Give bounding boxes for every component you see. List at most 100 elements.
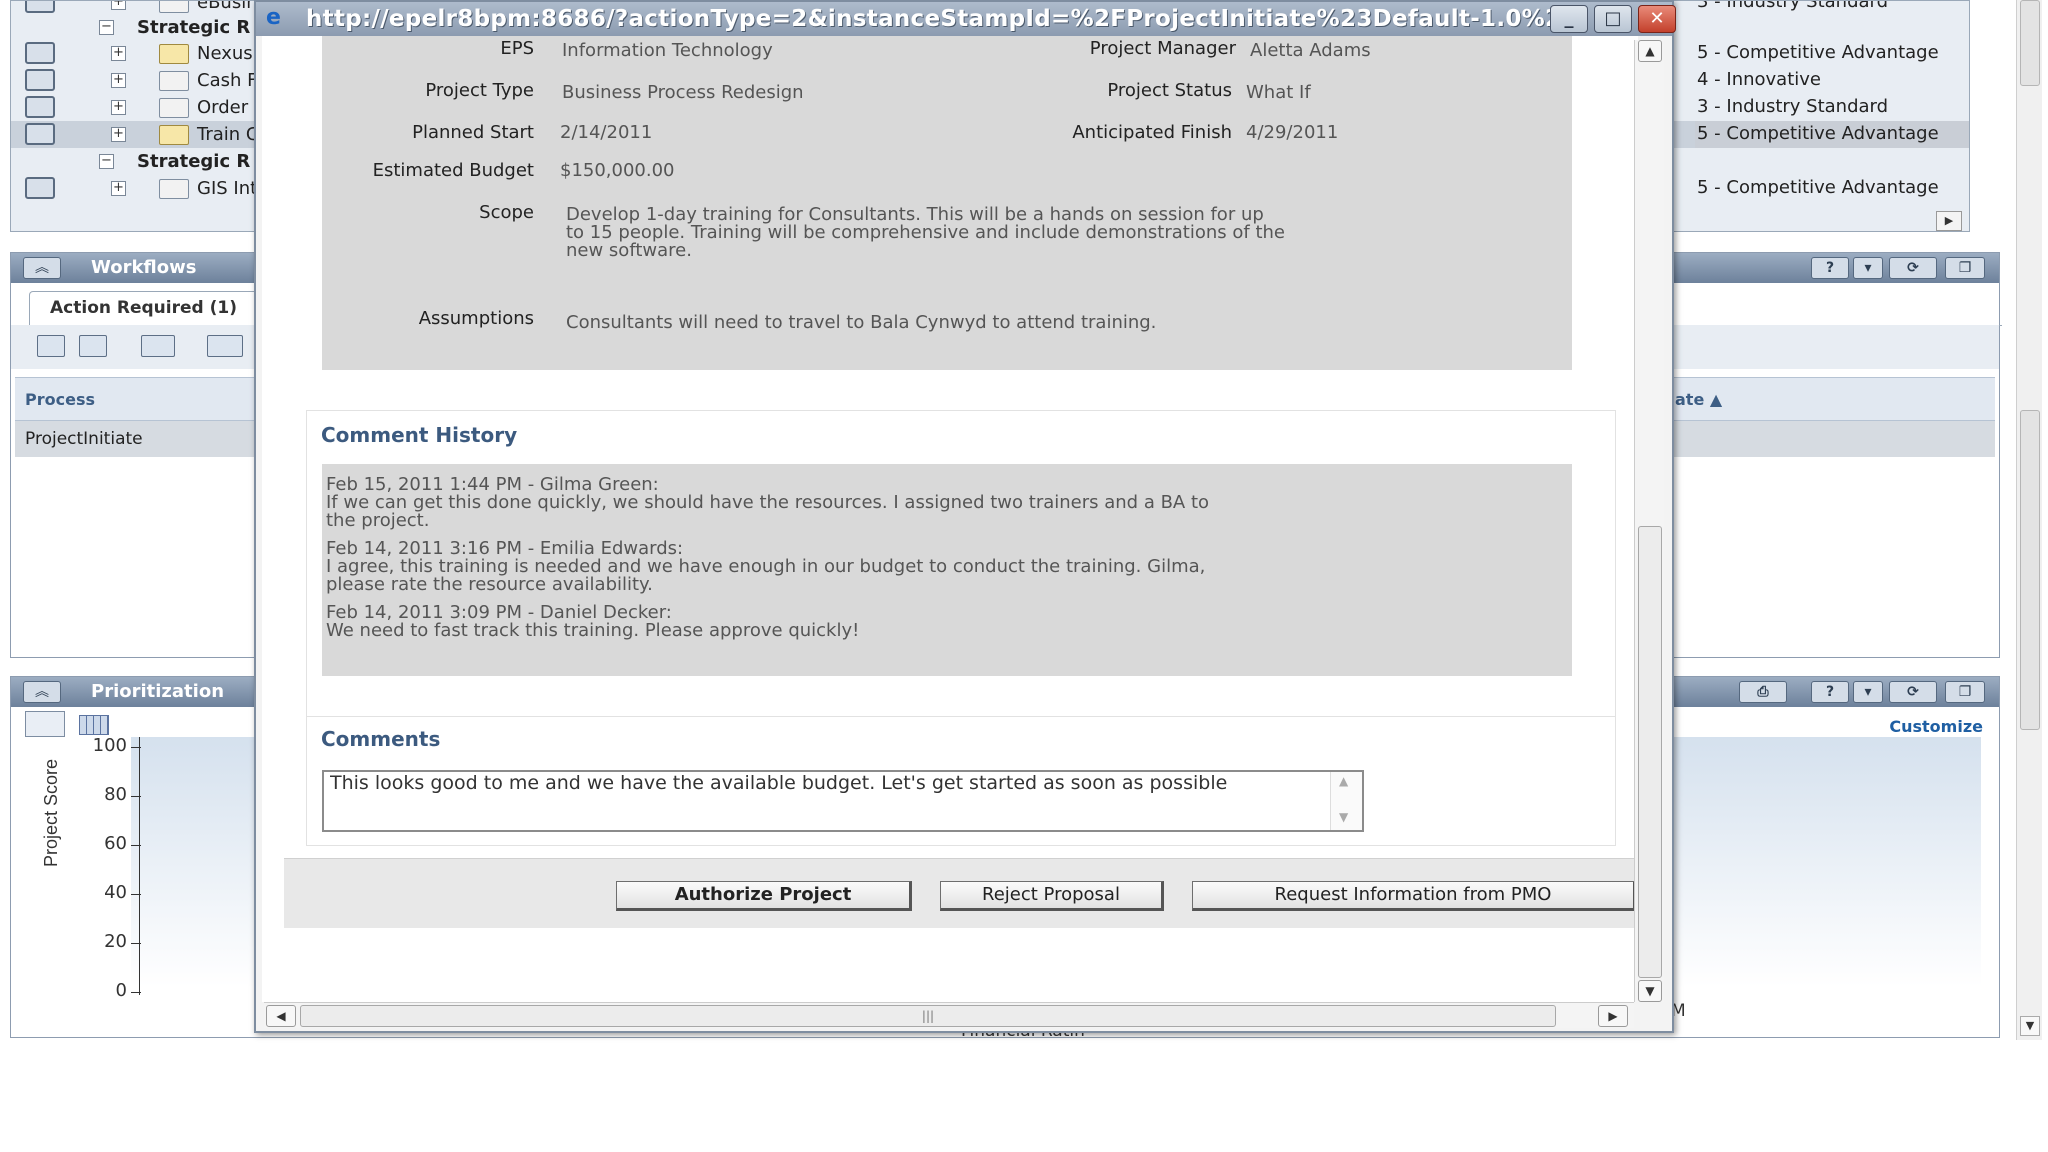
project-status-value: What If — [1246, 82, 1311, 103]
comment-history-title: Comment History — [321, 423, 518, 447]
eps-value: Information Technology — [562, 40, 773, 61]
assumptions-value: Consultants will need to travel to Bala … — [566, 312, 1157, 333]
reject-proposal-button[interactable]: Reject Proposal — [940, 881, 1164, 911]
collapse-icon[interactable]: − — [99, 20, 114, 35]
scroll-thumb[interactable] — [2020, 410, 2040, 730]
panel-title: Workflows — [91, 257, 197, 278]
folder-icon — [159, 179, 189, 199]
project-type-label: Project Type — [425, 80, 534, 101]
minimize-button[interactable]: _ — [1550, 5, 1588, 33]
comment-textarea[interactable]: This looks good to me and we have the av… — [330, 774, 1324, 828]
planned-start-value: 2/14/2011 — [560, 122, 653, 143]
row-action-icon[interactable] — [25, 1, 55, 13]
browser-icon: e — [266, 5, 281, 30]
project-status-label: Project Status — [1107, 80, 1232, 101]
column-date[interactable]: ate ▲ — [1675, 390, 1722, 409]
tree-row-label: eBusin — [197, 0, 258, 13]
y-tick-label: 40 — [104, 882, 127, 903]
layout-icon[interactable] — [207, 335, 243, 357]
rating-cell: 5 - Competitive Advantage — [1697, 42, 1939, 63]
expand-icon[interactable]: + — [111, 181, 126, 196]
scroll-left-arrow[interactable]: ◀ — [266, 1005, 296, 1027]
find-icon[interactable] — [79, 335, 107, 357]
y-tick-label: 100 — [92, 735, 127, 756]
help-icon[interactable]: ? — [1811, 257, 1849, 279]
close-button[interactable]: ✕ — [1638, 5, 1676, 33]
y-tick-label: 20 — [104, 931, 127, 952]
scroll-thumb[interactable] — [1638, 526, 1662, 978]
tree-group-label: Strategic R — [137, 17, 251, 38]
row-action-icon[interactable] — [25, 42, 55, 64]
expand-icon[interactable]: + — [111, 127, 126, 142]
table-view-icon[interactable] — [79, 715, 109, 735]
row-action-icon[interactable] — [25, 177, 55, 199]
history-entry-text: We need to fast track this training. Ple… — [326, 620, 860, 641]
collapse-panel-icon[interactable]: ︽ — [23, 257, 61, 279]
scroll-up-arrow[interactable]: ▲ — [1638, 40, 1662, 62]
restore-icon[interactable]: ❐ — [1945, 681, 1985, 703]
refresh-icon[interactable]: ⟳ — [1889, 257, 1937, 279]
columns-icon[interactable] — [141, 335, 175, 357]
scroll-right-arrow[interactable]: ▶ — [1598, 1005, 1628, 1027]
open-item-icon[interactable] — [37, 335, 65, 357]
print-icon[interactable]: ⎙ — [1739, 681, 1787, 703]
expand-icon[interactable]: + — [111, 46, 126, 61]
authorize-project-button[interactable]: Authorize Project — [616, 881, 912, 911]
column-process[interactable]: Process — [25, 390, 95, 409]
collapse-panel-icon[interactable]: ︽ — [23, 681, 61, 703]
popup-titlebar[interactable]: e http://epelr8bpm:8686/?actionType=2&in… — [256, 2, 1676, 36]
popup-vertical-scrollbar[interactable]: ▲ ▼ — [1634, 40, 1664, 1002]
chevron-down-icon[interactable]: ▾ — [1853, 257, 1883, 279]
scroll-thumb[interactable] — [2020, 0, 2040, 86]
expand-icon[interactable]: + — [111, 100, 126, 115]
estimated-budget-label: Estimated Budget — [372, 160, 534, 181]
tree-row-label: Train C — [197, 124, 259, 145]
collapse-icon[interactable]: − — [99, 154, 114, 169]
row-action-icon[interactable] — [25, 69, 55, 91]
help-icon[interactable]: ? — [1811, 681, 1849, 703]
y-tick-label: 60 — [104, 833, 127, 854]
scroll-up-arrow[interactable]: ▲ — [1339, 774, 1348, 788]
expand-icon[interactable]: + — [111, 73, 126, 88]
scroll-right-arrow[interactable]: ▶ — [1936, 211, 1962, 231]
y-tick-label: 80 — [104, 784, 127, 805]
refresh-icon[interactable]: ⟳ — [1889, 681, 1937, 703]
scope-line: new software. — [566, 240, 692, 261]
comment-scrollbar[interactable]: ▲ ▼ — [1330, 772, 1362, 830]
scroll-thumb[interactable]: ||| — [300, 1005, 1556, 1027]
expand-icon[interactable]: + — [111, 1, 126, 10]
process-cell: ProjectInitiate — [25, 429, 143, 449]
popup-horizontal-scrollbar[interactable]: ◀ ||| ▶ — [264, 1002, 1634, 1028]
restore-icon[interactable]: ❐ — [1945, 257, 1985, 279]
anticipated-finish-value: 4/29/2011 — [1246, 122, 1339, 143]
comment-field[interactable]: This looks good to me and we have the av… — [322, 770, 1364, 832]
rating-cell: 5 - Competitive Advantage — [1695, 121, 1969, 148]
chevron-down-icon[interactable]: ▾ — [1853, 681, 1883, 703]
page-scrollbar[interactable]: ▼ — [2016, 0, 2042, 1040]
comments-title: Comments — [321, 727, 441, 751]
tree-row-label: Order I — [197, 97, 260, 118]
panel-title: Prioritization — [91, 681, 225, 702]
scope-label: Scope — [479, 202, 534, 223]
bubble-chart-icon[interactable] — [25, 711, 65, 737]
row-action-icon[interactable] — [25, 96, 55, 118]
maximize-button[interactable]: □ — [1594, 5, 1632, 33]
project-details: EPS Information Technology Project Manag… — [322, 36, 1572, 370]
row-action-icon[interactable] — [25, 123, 55, 145]
customize-link[interactable]: Customize — [1889, 717, 1983, 736]
tab-action-required[interactable]: Action Required (1) — [29, 291, 259, 325]
scroll-down-arrow[interactable]: ▼ — [1638, 980, 1662, 1002]
rating-cell: 3 - Industry Standard — [1697, 96, 1889, 117]
folder-icon — [159, 1, 189, 13]
tree-row-label: GIS Int — [197, 178, 258, 199]
popup-url: http://epelr8bpm:8686/?actionType=2&inst… — [306, 6, 1589, 32]
anticipated-finish-label: Anticipated Finish — [1072, 122, 1232, 143]
y-axis-line — [139, 737, 140, 995]
request-information-button[interactable]: Request Information from PMO — [1192, 881, 1636, 911]
scroll-down-arrow[interactable]: ▼ — [1339, 810, 1348, 824]
tree-group-label: Strategic R — [137, 151, 251, 172]
project-manager-value: Aletta Adams — [1250, 40, 1371, 61]
project-type-value: Business Process Redesign — [562, 82, 804, 103]
tree-row-label: Nexus — [197, 43, 253, 64]
scroll-down-arrow[interactable]: ▼ — [2020, 1016, 2040, 1036]
